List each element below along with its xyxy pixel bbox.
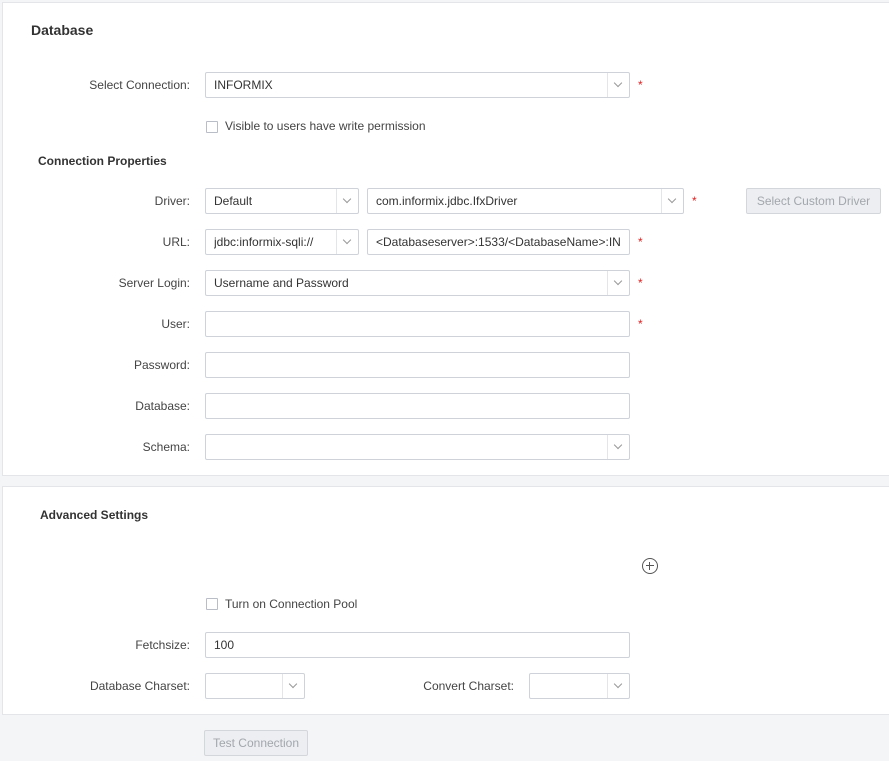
chevron-down-icon — [661, 189, 683, 213]
chevron-down-icon — [607, 73, 629, 97]
url-prefix-dropdown[interactable]: jdbc:informix-sqli:// — [205, 229, 359, 255]
chevron-down-icon — [607, 271, 629, 295]
database-charset-label: Database Charset: — [89, 679, 190, 693]
select-connection-value: INFORMIX — [214, 78, 273, 92]
required-marker: * — [638, 235, 643, 249]
url-label: URL: — [162, 235, 190, 249]
user-label: User: — [161, 317, 190, 331]
chevron-down-icon — [336, 189, 358, 213]
url-prefix-value: jdbc:informix-sqli:// — [214, 235, 314, 249]
schema-dropdown[interactable] — [205, 434, 630, 460]
select-connection-label: Select Connection: — [89, 78, 190, 92]
driver-class-value: com.informix.jdbc.IfxDriver — [376, 194, 518, 208]
database-name-input[interactable] — [205, 393, 630, 419]
database-name-label: Database: — [135, 399, 190, 413]
visible-permission-label: Visible to users have write permission — [225, 119, 426, 133]
password-input[interactable] — [205, 352, 630, 378]
select-connection-dropdown[interactable]: INFORMIX — [205, 72, 630, 98]
connection-properties-title: Connection Properties — [38, 154, 167, 168]
chevron-down-icon — [607, 674, 629, 698]
driver-type-dropdown[interactable]: Default — [205, 188, 359, 214]
driver-type-value: Default — [214, 194, 253, 208]
password-label: Password: — [133, 358, 190, 372]
required-marker: * — [638, 78, 643, 92]
database-charset-dropdown[interactable] — [205, 673, 305, 699]
server-login-label: Server Login: — [118, 276, 190, 290]
driver-label: Driver: — [154, 194, 190, 208]
fetchsize-label: Fetchsize: — [135, 638, 190, 652]
required-marker: * — [638, 276, 643, 290]
connection-pool-checkbox[interactable] — [206, 598, 218, 610]
required-marker: * — [638, 317, 643, 331]
driver-class-dropdown[interactable]: com.informix.jdbc.IfxDriver — [367, 188, 684, 214]
database-title: Database — [31, 22, 94, 38]
server-login-value: Username and Password — [214, 276, 349, 290]
fetchsize-input[interactable]: 100 — [205, 632, 630, 658]
connection-pool-label: Turn on Connection Pool — [225, 597, 358, 611]
schema-label: Schema: — [142, 440, 190, 454]
required-marker: * — [692, 194, 697, 208]
url-input[interactable]: <Databaseserver>:1533/<DatabaseName>:IN — [367, 229, 630, 255]
test-connection-button[interactable]: Test Connection — [204, 730, 308, 756]
chevron-down-icon — [607, 435, 629, 459]
server-login-dropdown[interactable]: Username and Password — [205, 270, 630, 296]
plus-circle-icon[interactable] — [642, 558, 658, 574]
visible-permission-checkbox[interactable] — [206, 121, 218, 133]
convert-charset-dropdown[interactable] — [529, 673, 630, 699]
convert-charset-label: Convert Charset: — [423, 679, 514, 693]
chevron-down-icon — [282, 674, 304, 698]
chevron-down-icon — [336, 230, 358, 254]
user-input[interactable] — [205, 311, 630, 337]
select-custom-driver-button[interactable]: Select Custom Driver — [746, 188, 881, 214]
advanced-settings-title: Advanced Settings — [40, 508, 149, 522]
